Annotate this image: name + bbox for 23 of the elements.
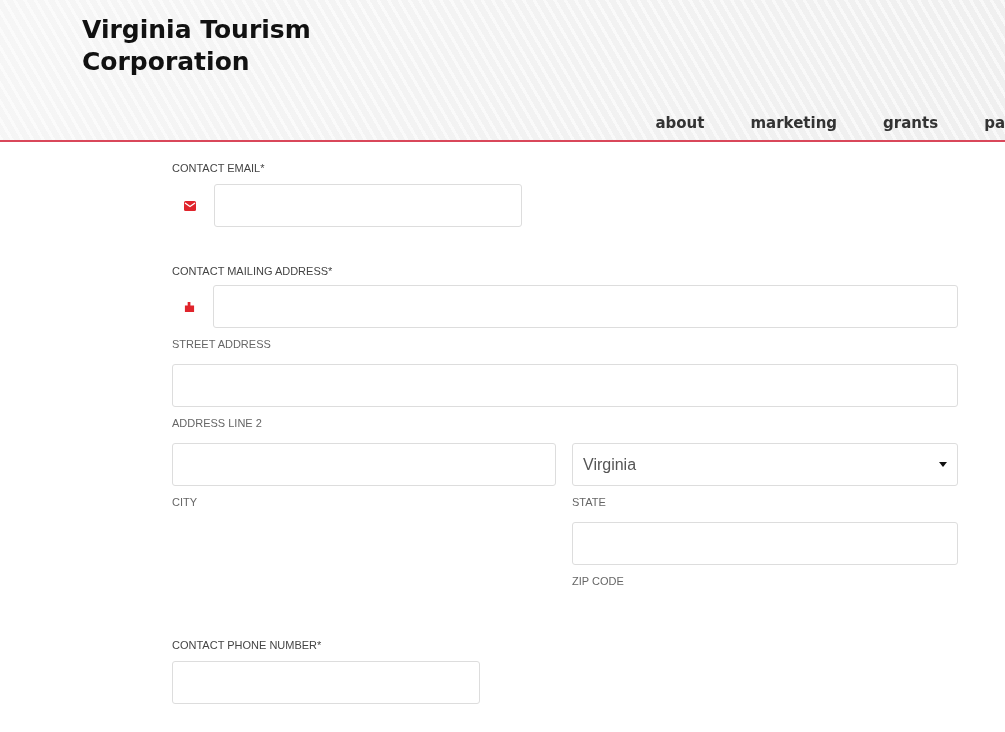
nav-link[interactable]: marketing bbox=[750, 114, 838, 132]
phone-number-field[interactable] bbox=[172, 661, 480, 704]
field-label: CONTACT EMAIL* bbox=[172, 162, 266, 174]
field-caption: ZIP CODE bbox=[572, 575, 625, 587]
address-line-2-field[interactable] bbox=[172, 364, 958, 407]
email-field[interactable] bbox=[214, 184, 522, 227]
city-field[interactable] bbox=[172, 443, 556, 486]
field-caption: ADDRESS LINE 2 bbox=[172, 417, 263, 429]
state-select[interactable]: Virginia bbox=[572, 443, 958, 486]
caret-icon bbox=[939, 462, 947, 467]
field-caption: STREET ADDRESS bbox=[172, 338, 272, 350]
nav-link[interactable]: grants bbox=[883, 114, 939, 132]
nav-link[interactable]: pa bbox=[984, 114, 1005, 132]
field-label: CONTACT PHONE NUMBER* bbox=[172, 639, 323, 651]
street-address-field[interactable] bbox=[213, 285, 958, 328]
field-caption: STATE bbox=[572, 496, 607, 508]
site-title: Virginia Tourism Corporation bbox=[82, 14, 312, 78]
nav-link[interactable]: about bbox=[655, 114, 705, 132]
field-label: CONTACT MAILING ADDRESS* bbox=[172, 265, 334, 277]
zip-code-field[interactable] bbox=[572, 522, 958, 565]
field-caption: CITY bbox=[172, 496, 199, 508]
envelope-icon bbox=[184, 200, 196, 211]
building-icon bbox=[184, 301, 195, 312]
